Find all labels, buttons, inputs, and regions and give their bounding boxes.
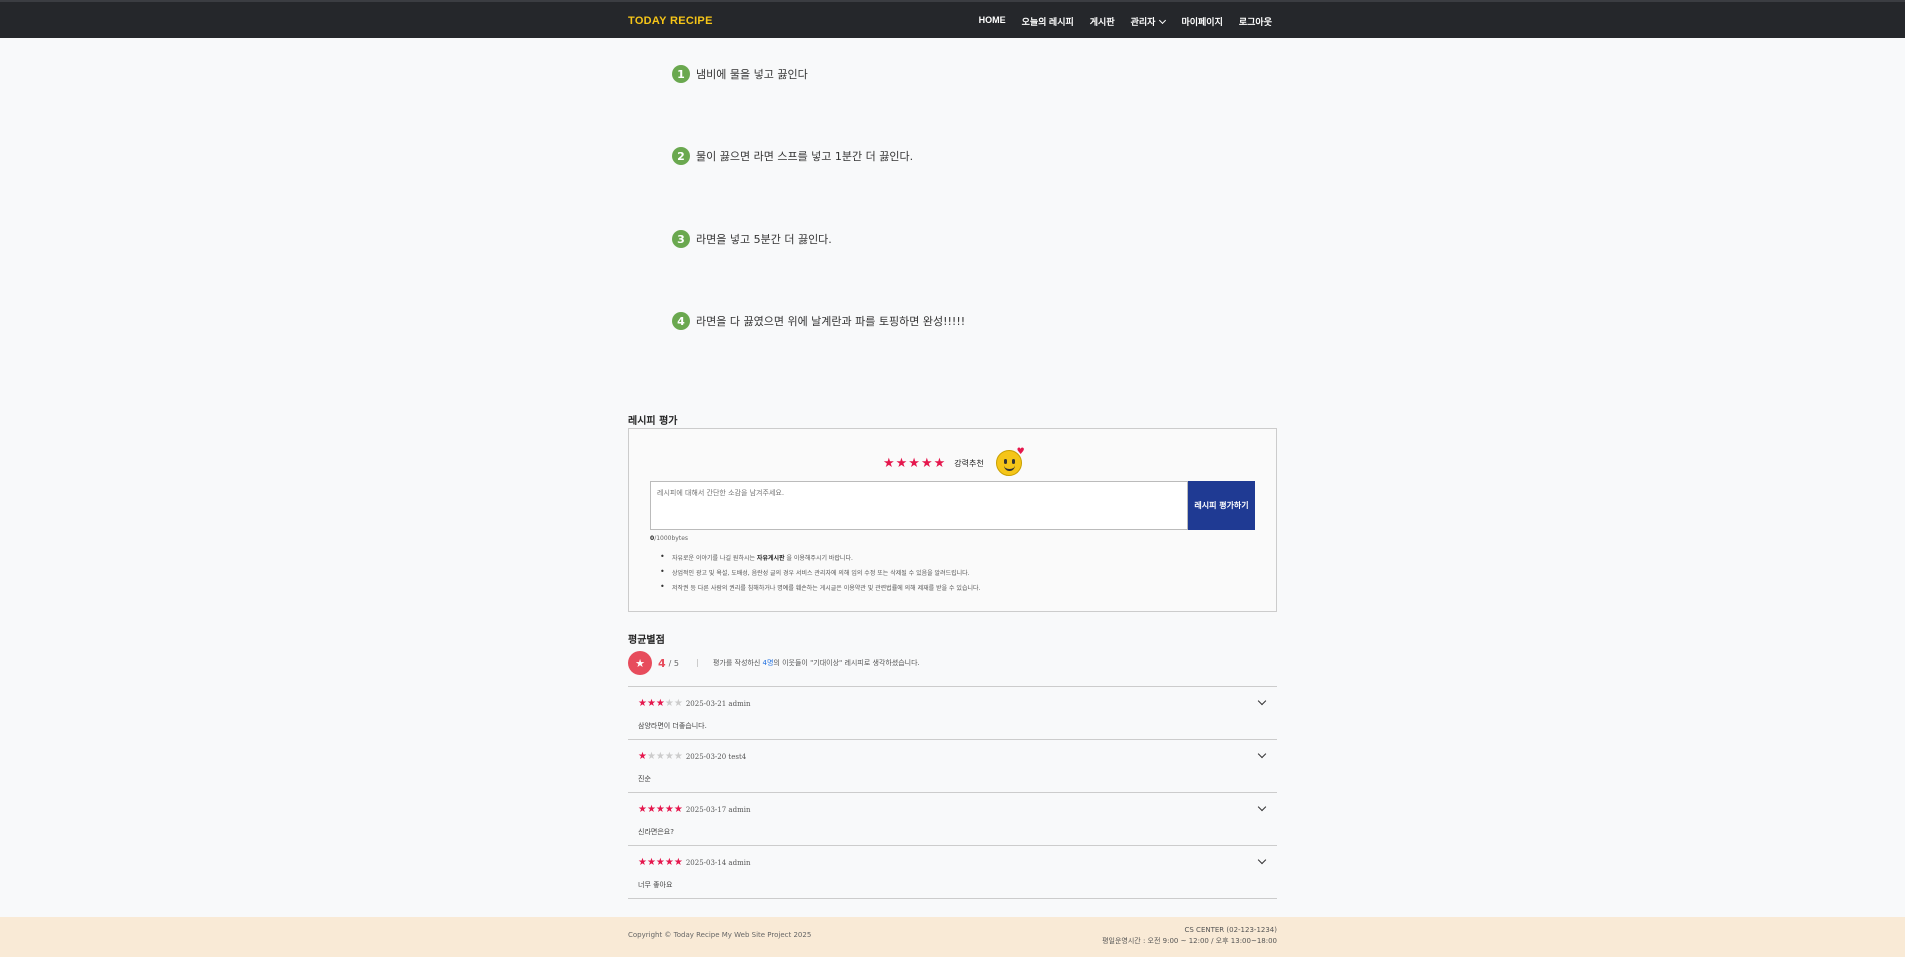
smiley-icon: ♥ (995, 447, 1025, 476)
review-stars: ★★★★★ (638, 804, 683, 815)
byte-counter: 0/1000bytes (650, 535, 688, 542)
star-icon: ★ (628, 651, 652, 675)
review-item: ★★★★★ 2025-03-14 admin 너무 좋아요 (628, 846, 1277, 899)
review-stars: ★★★★★ (638, 857, 683, 868)
review-stars: ★★★★★ (638, 698, 683, 709)
recipe-step: 2 물이 끓으면 라면 스프를 넣고 1분간 더 끓인다. (672, 147, 913, 165)
recipe-step: 4 라면을 다 끓였으면 위에 날계란과 파를 토핑하면 완성!!!!! (672, 312, 965, 330)
chevron-down-icon[interactable] (1257, 855, 1267, 865)
divider (696, 659, 698, 667)
step-text: 라면을 넣고 5분간 더 끓인다. (696, 233, 832, 246)
review-header: ★★★★★ 2025-03-17 admin (638, 804, 750, 815)
review-body: 진순 (638, 775, 651, 783)
notice-text: 을 이용해주시기 바랍니다. (784, 555, 853, 562)
stars-filled: ★ (638, 751, 647, 762)
stars-filled: ★★★★★ (638, 804, 683, 815)
recipe-step: 3 라면을 넣고 5분간 더 끓인다. (672, 230, 832, 248)
stars-filled: ★★★ (638, 698, 665, 709)
notice-list: 자유로운 이야기를 나길 원하시는 자유게시판 을 이용해주시기 바랍니다. 상… (660, 552, 981, 598)
review-meta: 2025-03-20 test4 (685, 752, 747, 761)
review-item: ★★★★★ 2025-03-21 admin 삼양라면이 더좋습니다. (628, 687, 1277, 740)
notice-text: 저작권 등 다른 사람의 권리를 침해하거나 명예를 훼손하는 게시글은 이용약… (672, 585, 981, 592)
step-text: 라면을 다 끓였으면 위에 날계란과 파를 토핑하면 완성!!!!! (696, 315, 966, 328)
rating-star-selector[interactable]: ★★★★★ (883, 456, 946, 471)
reviewer-count: 4명 (762, 659, 774, 667)
nav-todays-recipe[interactable]: 오늘의 레시피 (1022, 15, 1074, 28)
submit-review-button[interactable]: 레시피 평가하기 (1188, 481, 1255, 530)
step-number: 2 (672, 147, 690, 165)
review-item: ★★★★★ 2025-03-20 test4 진순 (628, 740, 1277, 793)
step-text: 물이 끓으면 라면 스프를 넣고 1분간 더 끓인다. (696, 150, 914, 163)
review-body: 너무 좋아요 (638, 881, 673, 889)
rating-section-title: 레시피 평가 (628, 416, 678, 427)
step-number: 4 (672, 312, 690, 330)
review-meta: 2025-03-21 admin (685, 699, 751, 708)
stars-filled: ★★★★★ (638, 857, 683, 868)
main-nav: HOME 오늘의 레시피 게시판 관리자 마이페이지 로그아웃 (979, 15, 1272, 28)
recipe-step: 1 냄비에 물을 넣고 끓인다 (672, 65, 808, 83)
review-body: 삼양라면이 더좋습니다. (638, 722, 707, 730)
average-description: 평가를 작성하신 4명의 이웃들이 "기대이상" 레시피로 생각하셨습니다. (713, 658, 920, 668)
copyright: Copyright © Today Recipe My Web Site Pro… (628, 931, 812, 939)
notice-item: 상업적인 광고 및 욕설, 도배성, 음란성 글의 경우 서비스 관리자에 의해… (660, 567, 980, 577)
notice-item: 자유로운 이야기를 나길 원하시는 자유게시판 을 이용해주시기 바랍니다. (660, 552, 980, 562)
review-item: ★★★★★ 2025-03-17 admin 신라면은요? (628, 793, 1277, 846)
nav-board[interactable]: 게시판 (1090, 15, 1115, 28)
cs-info: CS CENTER (02-123-1234) 평일운영시간 : 오전 9:00… (1102, 925, 1277, 947)
review-meta: 2025-03-17 admin (685, 805, 751, 814)
brand-logo[interactable]: TODAY RECIPE (628, 15, 713, 27)
rating-stars-row: ★★★★★ 강력추천 ♥ (883, 447, 1025, 476)
stars-empty: ★★★★ (646, 751, 683, 762)
average-rating-row: ★ 4 / 5 평가를 작성하신 4명의 이웃들이 "기대이상" 레시피로 생각… (628, 651, 920, 675)
step-text: 냄비에 물을 넣고 끓인다 (696, 68, 808, 81)
review-body: 신라면은요? (638, 828, 674, 836)
nav-home[interactable]: HOME (979, 15, 1006, 28)
review-header: ★★★★★ 2025-03-21 admin (638, 698, 750, 709)
cs-center: CS CENTER (02-123-1234) (1184, 926, 1278, 934)
review-meta: 2025-03-14 admin (685, 858, 751, 867)
desc-text: 평가를 작성하신 (712, 659, 763, 667)
chevron-down-icon[interactable] (1257, 696, 1267, 706)
top-navbar: TODAY RECIPE HOME 오늘의 레시피 게시판 관리자 마이페이지 … (0, 0, 1905, 38)
notice-text: 상업적인 광고 및 욕설, 도배성, 음란성 글의 경우 서비스 관리자에 의해… (672, 570, 970, 577)
review-input[interactable] (650, 481, 1188, 530)
stars-empty: ★★ (664, 698, 683, 709)
nav-mypage[interactable]: 마이페이지 (1181, 15, 1222, 28)
review-header: ★★★★★ 2025-03-20 test4 (638, 751, 746, 762)
free-board-link[interactable]: 자유게시판 (757, 555, 785, 562)
chevron-down-icon[interactable] (1257, 749, 1267, 759)
nav-admin-label: 관리자 (1130, 17, 1156, 27)
average-max: / 5 (668, 658, 679, 668)
step-number: 1 (672, 65, 690, 83)
notice-item: 저작권 등 다른 사람의 권리를 침해하거나 명예를 훼손하는 게시글은 이용약… (660, 582, 981, 592)
average-score: 4 (658, 656, 666, 670)
desc-text: 의 이웃들이 "기대이상" 레시피로 생각하셨습니다. (773, 659, 920, 667)
byte-max: /1000bytes (654, 535, 689, 542)
rating-label: 강력추천 (954, 458, 984, 468)
review-list: ★★★★★ 2025-03-21 admin 삼양라면이 더좋습니다. ★★★★… (628, 686, 1277, 899)
business-hours: 평일운영시간 : 오전 9:00 ~ 12:00 / 오후 13:00~18:0… (1102, 937, 1277, 945)
step-number: 3 (672, 230, 690, 248)
average-title: 평균별점 (628, 635, 665, 646)
review-header: ★★★★★ 2025-03-14 admin (638, 857, 750, 868)
nav-logout[interactable]: 로그아웃 (1239, 15, 1272, 28)
chevron-down-icon (1159, 16, 1167, 25)
chevron-down-icon[interactable] (1257, 802, 1267, 812)
heart-icon: ♥ (1016, 447, 1025, 457)
nav-admin[interactable]: 관리자 (1130, 15, 1167, 28)
footer: Copyright © Today Recipe My Web Site Pro… (0, 917, 1905, 957)
notice-text: 자유로운 이야기를 나길 원하시는 (672, 555, 757, 562)
review-stars: ★★★★★ (638, 751, 683, 762)
